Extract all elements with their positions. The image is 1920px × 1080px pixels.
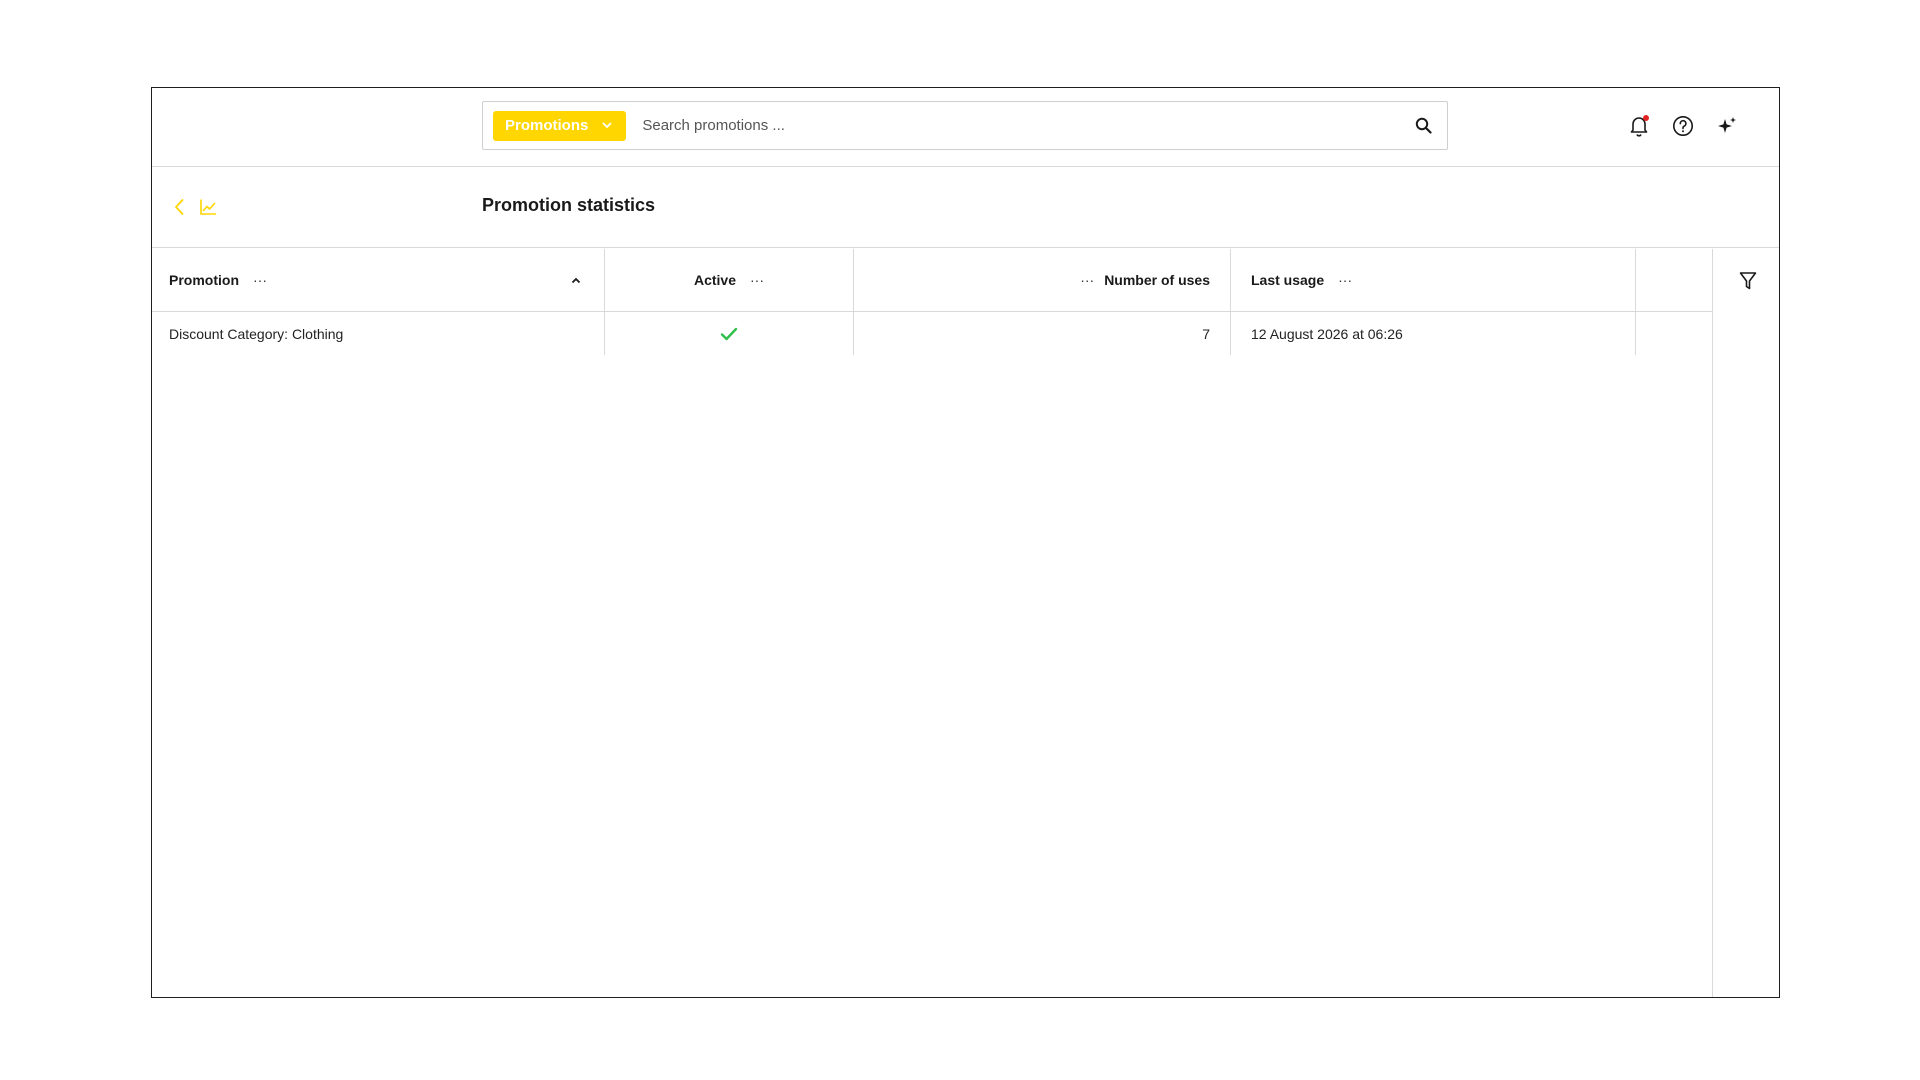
promotion-name: Discount Category: Clothing bbox=[169, 325, 344, 342]
column-menu-icon[interactable]: ··· bbox=[750, 272, 764, 288]
sparkle-icon[interactable] bbox=[1715, 114, 1739, 138]
line-chart-icon[interactable] bbox=[197, 196, 219, 218]
cell-number-of-uses: 7 bbox=[854, 312, 1231, 355]
column-label: Promotion bbox=[169, 272, 239, 288]
top-actions bbox=[1627, 114, 1739, 138]
cell-last-usage: 12 August 2026 at 06:26 bbox=[1231, 312, 1636, 355]
column-menu-icon[interactable]: ··· bbox=[253, 272, 267, 288]
page-header: Promotion statistics bbox=[152, 168, 1779, 248]
cell-active bbox=[605, 312, 854, 355]
page-title: Promotion statistics bbox=[482, 195, 656, 215]
search-icon[interactable] bbox=[1413, 116, 1433, 136]
statistics-table: Promotion ··· Active ··· ··· Number of u… bbox=[152, 249, 1713, 997]
search-scope-dropdown[interactable]: Promotions bbox=[493, 110, 627, 141]
cell-spacer bbox=[1636, 312, 1713, 355]
column-label: Number of uses bbox=[1104, 272, 1210, 288]
table-row[interactable]: Discount Category: Clothing 7 12 August … bbox=[152, 312, 1712, 355]
chevron-left-icon[interactable] bbox=[168, 196, 190, 218]
column-menu-icon[interactable]: ··· bbox=[1080, 272, 1094, 288]
notification-dot bbox=[1643, 115, 1649, 121]
column-header-active[interactable]: Active ··· bbox=[605, 249, 854, 311]
table-header: Promotion ··· Active ··· ··· Number of u… bbox=[152, 249, 1712, 312]
cell-promotion: Discount Category: Clothing bbox=[152, 312, 605, 355]
column-header-last-usage[interactable]: Last usage ··· bbox=[1231, 249, 1636, 311]
column-menu-icon[interactable]: ··· bbox=[1338, 272, 1352, 288]
top-bar: Promotions bbox=[152, 88, 1779, 167]
last-usage-value: 12 August 2026 at 06:26 bbox=[1251, 325, 1403, 342]
column-header-number-of-uses[interactable]: ··· Number of uses bbox=[854, 249, 1231, 311]
filter-icon[interactable] bbox=[1737, 270, 1759, 292]
column-header-promotion[interactable]: Promotion ··· bbox=[152, 249, 605, 311]
column-label: Active bbox=[693, 272, 737, 288]
bell-icon[interactable] bbox=[1627, 114, 1651, 138]
app-window: Promotions Search promotions ... Promoti… bbox=[151, 87, 1780, 998]
chevron-down-icon bbox=[602, 122, 612, 129]
help-icon[interactable] bbox=[1671, 114, 1695, 138]
global-search: Promotions bbox=[482, 101, 1448, 150]
sort-ascending-icon[interactable] bbox=[570, 274, 582, 286]
uses-value: 7 bbox=[1202, 325, 1210, 342]
column-header-spacer bbox=[1636, 249, 1713, 311]
column-label: Last usage bbox=[1251, 272, 1325, 288]
search-input[interactable] bbox=[640, 102, 1413, 149]
search-scope-label: Promotions bbox=[505, 117, 589, 134]
check-icon bbox=[720, 327, 738, 341]
